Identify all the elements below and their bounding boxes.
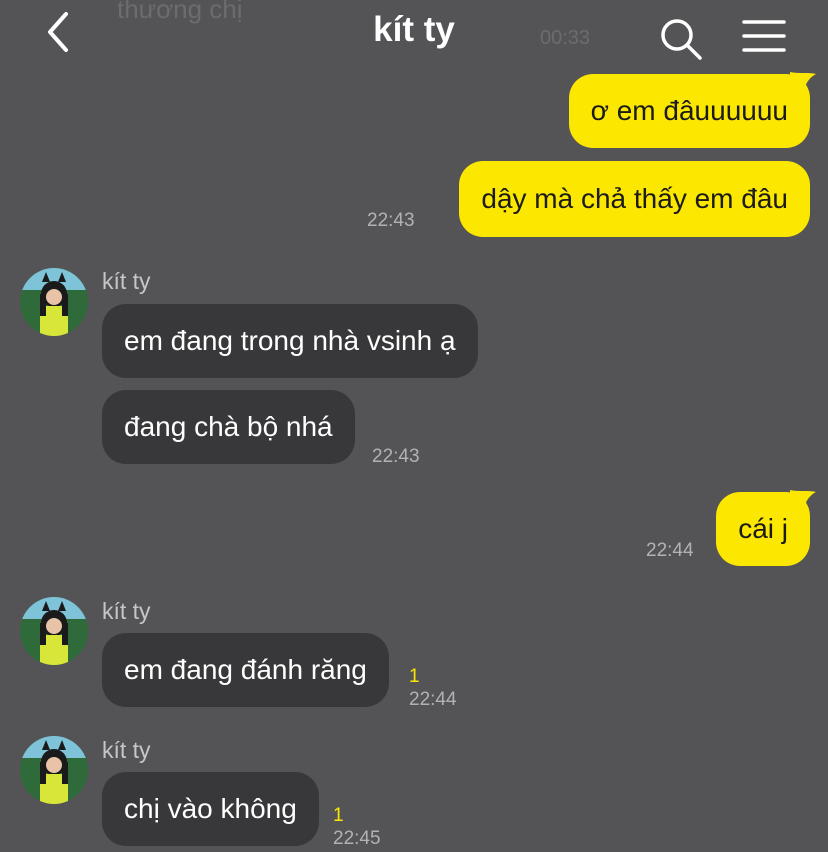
search-icon[interactable] <box>658 16 704 62</box>
message-text: ơ em đâuuuuuu <box>590 95 788 126</box>
unread-count: 1 <box>409 666 420 687</box>
message-bubble-incoming[interactable]: đang chà bộ nhá <box>102 390 355 464</box>
sender-name: kít ty <box>102 268 151 294</box>
message-text: em đang trong nhà vsinh ạ <box>124 325 456 356</box>
message-timestamp: 22:44 <box>409 689 457 710</box>
message-bubble-outgoing[interactable]: dậy mà chả thấy em đâu <box>459 161 810 237</box>
message-bubble-outgoing[interactable]: ơ em đâuuuuuu <box>568 74 810 148</box>
message-timestamp: 22:44 <box>646 540 694 561</box>
message-timestamp: 22:45 <box>333 828 381 849</box>
message-bubble-outgoing[interactable]: cái j <box>716 492 810 566</box>
avatar-image <box>20 736 88 804</box>
hamburger-menu-icon[interactable] <box>740 18 788 58</box>
message-text: cái j <box>738 513 788 544</box>
message-text: đang chà bộ nhá <box>124 411 333 442</box>
unread-count: 1 <box>333 805 344 826</box>
message-text: em đang đánh răng <box>124 654 367 685</box>
message-text: chị vào không <box>124 793 297 824</box>
message-bubble-incoming[interactable]: chị vào không <box>102 772 319 846</box>
message-timestamp: 22:43 <box>372 446 420 467</box>
chat-header: thương chị 00:33 kít ty <box>0 0 828 70</box>
message-bubble-incoming[interactable]: em đang đánh răng <box>102 633 389 707</box>
sender-name: kít ty <box>102 598 151 624</box>
message-text: dậy mà chả thấy em đâu <box>481 183 788 214</box>
avatar[interactable] <box>20 268 88 336</box>
avatar[interactable] <box>20 597 88 665</box>
sender-name: kít ty <box>102 737 151 763</box>
message-bubble-incoming[interactable]: em đang trong nhà vsinh ạ <box>102 304 478 378</box>
avatar-image <box>20 268 88 336</box>
avatar-image <box>20 597 88 665</box>
avatar[interactable] <box>20 736 88 804</box>
message-timestamp: 22:43 <box>367 210 415 231</box>
